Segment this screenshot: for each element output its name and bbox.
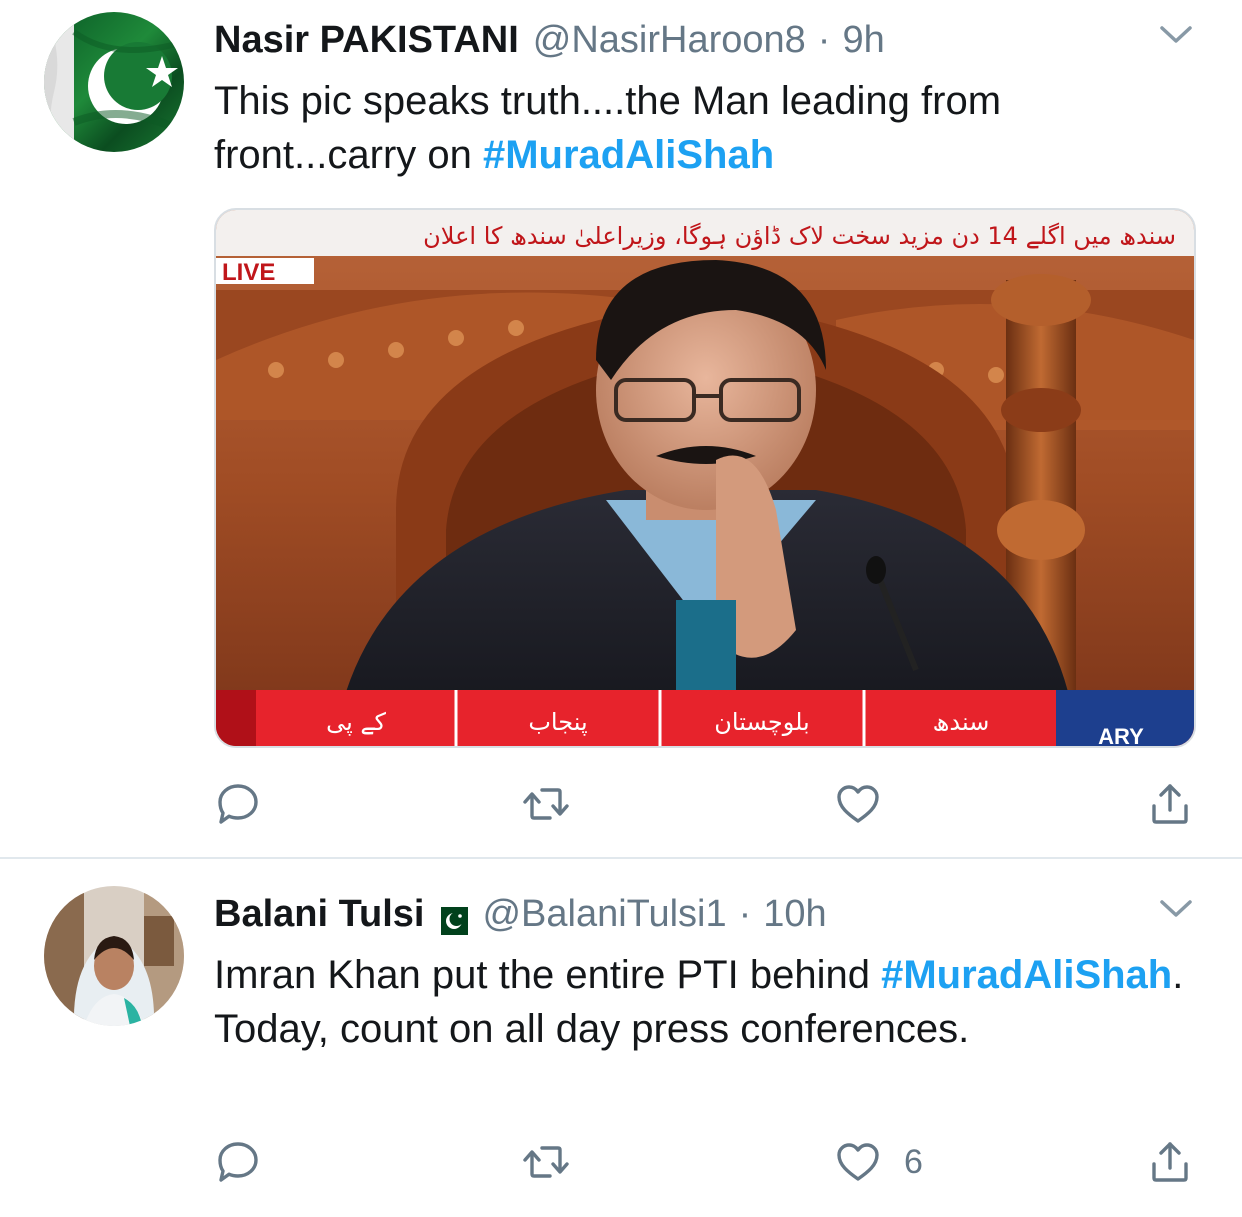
like-button[interactable]: 6 <box>834 1132 923 1192</box>
separator: · <box>817 19 831 61</box>
user-handle[interactable]: @NasirHaroon8 <box>533 17 806 63</box>
avatar[interactable] <box>44 12 184 152</box>
tweet-media-image[interactable]: سندھ میں اگلے 14 دن مزید سخت لاک ڈاؤن ہو… <box>214 208 1196 748</box>
ticker-kp: کے پی <box>326 708 386 736</box>
user-photo-avatar-image <box>44 886 184 1026</box>
tweet-text: Imran Khan put the entire PTI behind #Mu… <box>214 948 1194 1056</box>
tweet-header: Nasir PAKISTANI @NasirHaroon8 · 9h <box>214 17 885 63</box>
share-button[interactable] <box>1146 1132 1194 1192</box>
avatar[interactable] <box>44 886 184 1026</box>
pakistan-flag-emoji-icon <box>432 900 469 935</box>
tweet-header: Balani Tulsi @BalaniTulsi1 · 10h <box>214 891 827 937</box>
tweet-text-content: Imran Khan put the entire PTI behind <box>214 953 882 997</box>
tweet-divider <box>0 857 1242 859</box>
heart-icon <box>837 785 879 823</box>
ticker-sindh: سندھ <box>933 708 990 736</box>
share-icon <box>1152 1142 1188 1182</box>
ticker-balochistan: بلوچستان <box>714 708 809 736</box>
hashtag-link[interactable]: #MuradAliShah <box>483 133 774 177</box>
tweet-actions: 6 <box>214 1132 1204 1192</box>
chevron-down-icon[interactable] <box>1156 20 1196 48</box>
tweet-actions <box>214 774 1204 834</box>
timestamp[interactable]: 10h <box>763 891 826 937</box>
display-name[interactable]: Nasir PAKISTANI <box>214 17 519 63</box>
reply-icon <box>218 784 258 824</box>
share-button[interactable] <box>1146 774 1194 834</box>
tweet[interactable]: Balani Tulsi @BalaniTulsi1 · 10h Imran K… <box>0 860 1242 1217</box>
like-button[interactable] <box>834 774 904 834</box>
reply-button[interactable] <box>214 1132 284 1192</box>
ticker-top-text: سندھ میں اگلے 14 دن مزید سخت لاک ڈاؤن ہو… <box>423 222 1176 250</box>
tweet[interactable]: Nasir PAKISTANI @NasirHaroon8 · 9h This … <box>0 0 1242 858</box>
heart-icon <box>837 1143 879 1181</box>
tv-screen-photo: سندھ میں اگلے 14 دن مزید سخت لاک ڈاؤن ہو… <box>216 210 1194 746</box>
reply-button[interactable] <box>214 774 284 834</box>
live-label: LIVE <box>222 259 275 286</box>
ticker-punjab: پنجاب <box>528 708 587 736</box>
timestamp[interactable]: 9h <box>842 17 884 63</box>
tweet-text: This pic speaks truth....the Man leading… <box>214 74 1194 182</box>
pakistan-flag-avatar-image <box>44 12 184 152</box>
retweet-icon <box>523 788 569 820</box>
share-icon <box>1152 784 1188 824</box>
display-name[interactable]: Balani Tulsi <box>214 891 424 937</box>
hashtag-link[interactable]: #MuradAliShah <box>881 953 1172 997</box>
retweet-icon <box>523 1146 569 1178</box>
channel-logo: ARY <box>1098 724 1144 746</box>
user-handle[interactable]: @BalaniTulsi1 <box>482 891 726 937</box>
retweet-button[interactable] <box>522 774 592 834</box>
reply-icon <box>218 1142 258 1182</box>
like-count: 6 <box>904 1142 923 1181</box>
retweet-button[interactable] <box>522 1132 592 1192</box>
chevron-down-icon[interactable] <box>1156 894 1196 922</box>
separator: · <box>738 893 752 935</box>
